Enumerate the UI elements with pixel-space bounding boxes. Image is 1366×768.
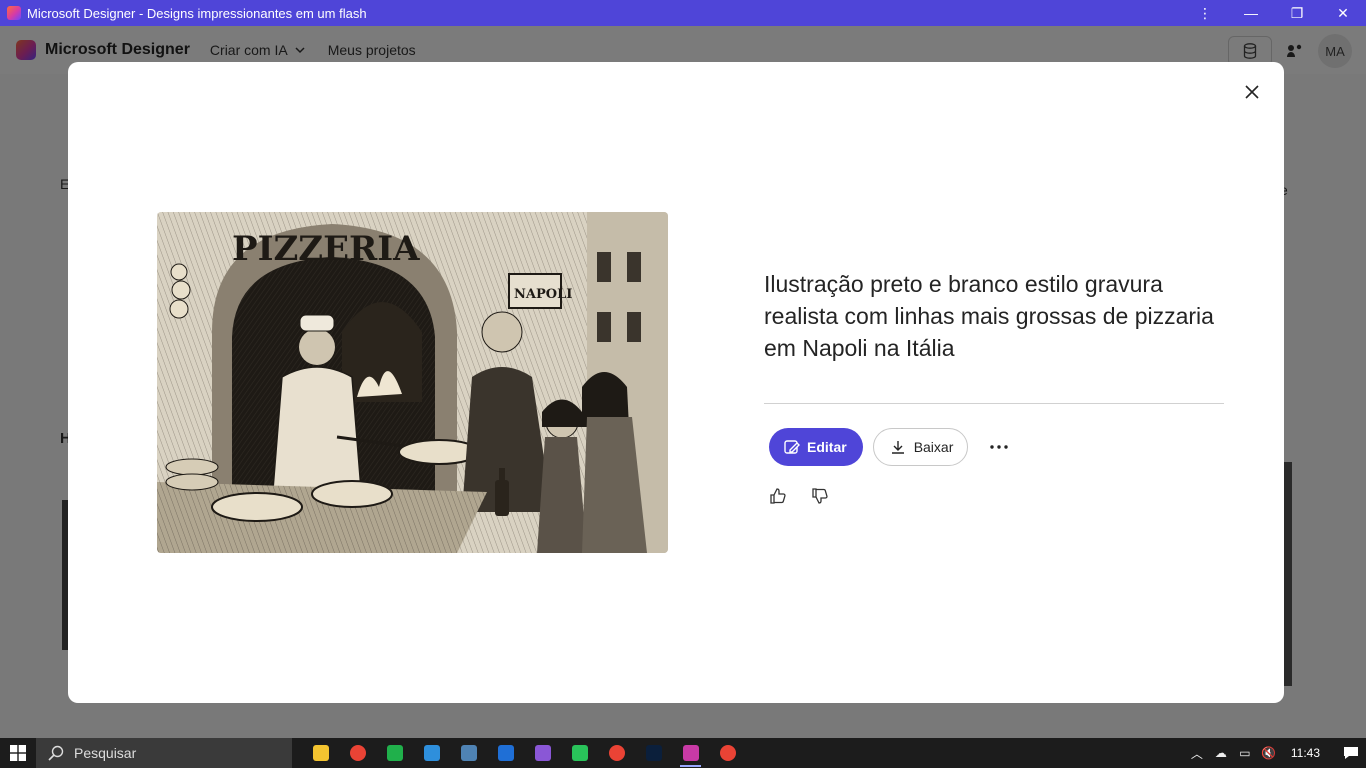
edit-button-label: Editar <box>807 439 847 455</box>
download-icon <box>891 441 904 454</box>
thumbs-down-icon[interactable] <box>810 486 830 506</box>
photoshop-icon[interactable] <box>635 738 672 768</box>
whatsapp-icon[interactable] <box>561 738 598 768</box>
window-title: Microsoft Designer - Designs impressiona… <box>27 5 367 21</box>
image-prompt-text: Ilustração preto e branco estilo gravura… <box>764 271 1214 361</box>
designer-icon[interactable] <box>672 738 709 768</box>
window-close-button[interactable]: ✕ <box>1320 0 1366 26</box>
designer-icon-glyph <box>682 745 699 761</box>
search-icon <box>48 745 64 761</box>
phone-app-icon[interactable] <box>376 738 413 768</box>
chevron-up-icon[interactable]: ︿ <box>1185 745 1209 762</box>
search-placeholder: Pesquisar <box>74 745 137 761</box>
start-button[interactable] <box>0 738 36 768</box>
taskbar-search[interactable]: Pesquisar <box>36 738 292 768</box>
image-detail-dialog: PIZZERIA NAPOLI Ilustração preto e branc… <box>68 62 1284 703</box>
feedback-buttons <box>768 486 830 506</box>
chrome-profile-icon-glyph <box>608 745 625 761</box>
phone-app-icon-glyph <box>386 745 403 761</box>
whatsapp-icon-glyph <box>571 745 588 761</box>
download-button-label: Baixar <box>913 439 954 455</box>
close-dialog-button[interactable] <box>1238 78 1266 106</box>
vscode-icon[interactable] <box>413 738 450 768</box>
volume-muted-icon[interactable]: 🔇 <box>1257 746 1281 760</box>
github-desktop-icon[interactable] <box>524 738 561 768</box>
notifications-icon[interactable] <box>1336 746 1366 760</box>
trello-icon-glyph <box>497 745 514 761</box>
divider <box>764 403 1224 404</box>
photoshop-icon-glyph <box>645 745 662 761</box>
trello-icon[interactable] <box>487 738 524 768</box>
more-horizontal-icon <box>990 445 1009 449</box>
file-explorer-icon[interactable] <box>302 738 339 768</box>
chrome-icon-glyph <box>349 745 366 761</box>
file-explorer-icon-glyph <box>312 745 329 761</box>
windows-logo-icon <box>10 745 26 761</box>
clock[interactable]: 11:43 <box>1291 746 1320 760</box>
pizzeria-sign: PIZZERIA <box>232 229 420 269</box>
thumbs-up-icon[interactable] <box>768 486 788 506</box>
more-options-button[interactable] <box>986 434 1012 460</box>
system-tray: ︿ ☁ ▭ 🔇 11:43 <box>1185 738 1366 768</box>
network-icon[interactable]: ▭ <box>1233 746 1257 760</box>
taskbar-apps <box>302 738 746 768</box>
download-button[interactable]: Baixar <box>872 428 969 466</box>
chrome-alt-icon[interactable] <box>709 738 746 768</box>
designer-app-icon <box>7 6 21 20</box>
cloud-off-icon[interactable]: ☁ <box>1209 746 1233 760</box>
window-minimize-button[interactable]: — <box>1228 0 1274 26</box>
edit-image-icon <box>784 440 800 454</box>
image-actions: Editar Baixar <box>769 428 1012 466</box>
edit-button[interactable]: Editar <box>769 428 863 466</box>
windows-taskbar: Pesquisar ︿ ☁ ▭ 🔇 11:43 <box>0 738 1366 768</box>
window-more-button[interactable]: ⋮ <box>1182 0 1228 26</box>
sql-tool-icon-glyph <box>460 745 477 761</box>
close-icon <box>1245 85 1259 99</box>
window-restore-button[interactable]: ❐ <box>1274 0 1320 26</box>
chrome-alt-icon-glyph <box>719 745 736 761</box>
github-desktop-icon-glyph <box>534 745 551 761</box>
window-title-bar: Microsoft Designer - Designs impressiona… <box>0 0 1366 26</box>
chrome-icon[interactable] <box>339 738 376 768</box>
generated-image[interactable]: PIZZERIA NAPOLI <box>157 212 668 553</box>
sql-tool-icon[interactable] <box>450 738 487 768</box>
chrome-profile-icon[interactable] <box>598 738 635 768</box>
vscode-icon-glyph <box>423 745 440 761</box>
napoli-sign: NAPOLI <box>514 287 572 302</box>
